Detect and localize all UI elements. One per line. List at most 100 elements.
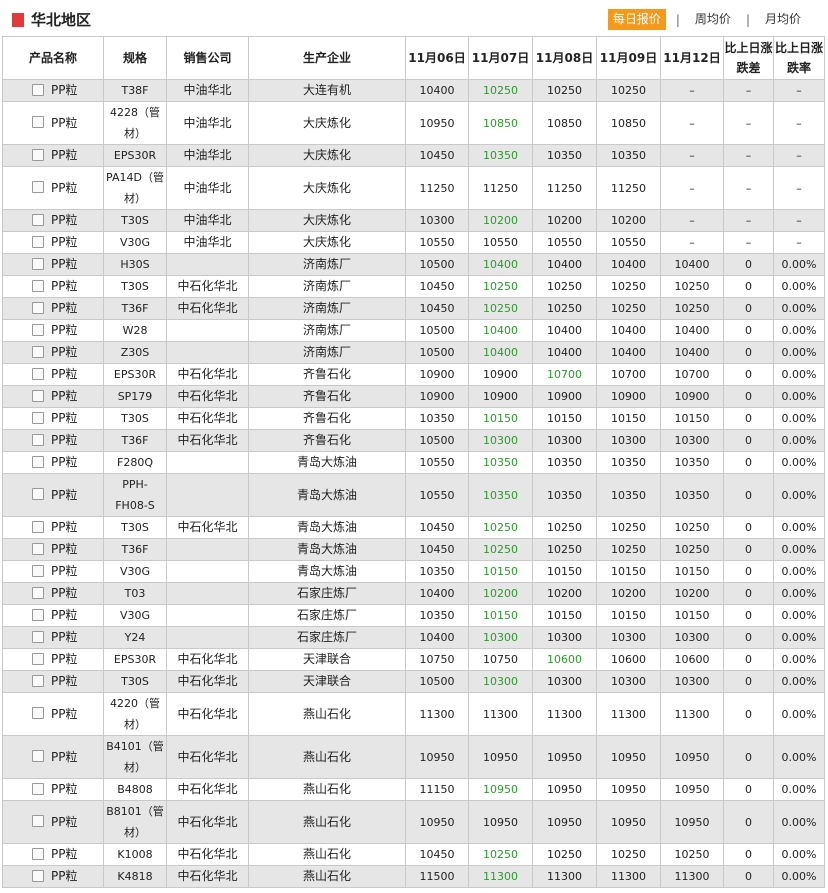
cell-price: 10200 — [468, 209, 533, 232]
cell-manufacturer: 济南炼厂 — [248, 253, 406, 276]
cell-manufacturer: 青岛大炼油 — [248, 451, 406, 474]
cell-price: 10400 — [596, 319, 661, 342]
row-select-checkbox[interactable] — [32, 564, 44, 577]
cell-price: 10750 — [468, 648, 533, 671]
col-date-5: 11月12日 — [660, 36, 724, 80]
cell-price: 10150 — [596, 604, 661, 627]
row-select-checkbox[interactable] — [32, 455, 44, 468]
table-row: PP粒 T30S 中油华北 大庆炼化 10300 10200 10200 10200– – – — [2, 209, 825, 232]
cell-change-rate: 0.00% — [773, 735, 825, 779]
cell-product: PP粒 — [2, 341, 104, 364]
cell-price: 10750 — [405, 648, 469, 671]
region-header: 华北地区 每日报价 | 周均价 | 月均价 — [0, 0, 828, 37]
row-select-checkbox[interactable] — [32, 520, 44, 533]
cell-sales-company: 中石化华北 — [166, 363, 249, 386]
row-select-checkbox[interactable] — [32, 279, 44, 292]
cell-price: 10400 — [468, 341, 533, 364]
row-select-checkbox[interactable] — [32, 630, 44, 643]
cell-sales-company: 中油华北 — [166, 231, 249, 254]
cell-price: 10500 — [405, 319, 469, 342]
cell-price: 10150 — [532, 604, 597, 627]
row-select-checkbox[interactable] — [32, 674, 44, 687]
cell-spec: T38F — [103, 79, 167, 102]
cell-product: PP粒 — [2, 144, 104, 167]
cell-product: PP粒 — [2, 166, 104, 210]
row-select-checkbox[interactable] — [32, 433, 44, 446]
row-select-checkbox[interactable] — [32, 83, 44, 96]
row-select-checkbox[interactable] — [32, 542, 44, 555]
cell-price: 10250 — [532, 516, 597, 539]
row-select-checkbox[interactable] — [32, 323, 44, 336]
cell-price: 10250 — [468, 516, 533, 539]
cell-price: 11500 — [405, 865, 469, 888]
row-select-checkbox[interactable] — [32, 389, 44, 402]
tab-daily-quote[interactable]: 每日报价 — [607, 9, 666, 30]
cell-price: 10200 — [468, 582, 533, 605]
row-select-checkbox[interactable] — [32, 488, 44, 500]
cell-product: PP粒 — [2, 451, 104, 474]
cell-change-rate: 0.00% — [773, 516, 825, 539]
row-select-checkbox[interactable] — [32, 869, 44, 882]
row-select-checkbox[interactable] — [32, 345, 44, 358]
cell-price: 10250 — [532, 297, 597, 320]
cell-sales-company: 中石化华北 — [166, 385, 249, 408]
row-select-checkbox[interactable] — [32, 235, 44, 248]
cell-product: PP粒 — [2, 473, 104, 517]
cell-price: 10250 — [532, 538, 597, 561]
row-select-checkbox[interactable] — [32, 750, 44, 762]
cell-price: 10300 — [405, 209, 469, 232]
row-select-checkbox[interactable] — [32, 815, 44, 827]
cell-product: PP粒 — [2, 648, 104, 671]
cell-spec: T30S — [103, 275, 167, 298]
row-select-checkbox[interactable] — [32, 652, 44, 665]
cell-sales-company — [166, 560, 249, 583]
tab-monthly-average[interactable]: 月均价 — [760, 9, 806, 30]
cell-manufacturer: 青岛大炼油 — [248, 473, 406, 517]
cell-price: 10250 — [596, 297, 661, 320]
cell-change-diff: – — [723, 144, 774, 167]
cell-price: 11300 — [468, 865, 533, 888]
row-select-checkbox[interactable] — [32, 608, 44, 621]
cell-product: PP粒 — [2, 516, 104, 539]
row-select-checkbox[interactable] — [32, 301, 44, 314]
cell-spec: 4220（管材） — [103, 692, 167, 736]
table-row: PP粒 V30G 青岛大炼油 10350 10150 10150 10150 10150 0 0.… — [2, 560, 825, 583]
row-select-checkbox[interactable] — [32, 181, 44, 193]
cell-price: 10450 — [405, 538, 469, 561]
cell-price: 10950 — [532, 778, 597, 801]
cell-sales-company: 中油华北 — [166, 166, 249, 210]
row-select-checkbox[interactable] — [32, 586, 44, 599]
cell-price: 10300 — [468, 670, 533, 693]
cell-manufacturer: 大庆炼化 — [248, 231, 406, 254]
tab-weekly-average[interactable]: 周均价 — [690, 9, 736, 30]
cell-manufacturer: 济南炼厂 — [248, 297, 406, 320]
cell-sales-company: 中石化华北 — [166, 429, 249, 452]
cell-sales-company: 中石化华北 — [166, 648, 249, 671]
cell-spec: SP179 — [103, 385, 167, 408]
row-select-checkbox[interactable] — [32, 148, 44, 161]
row-select-checkbox[interactable] — [32, 411, 44, 424]
table-row: PP粒 F280Q 青岛大炼油 10550 10350 10350 10350 10350 0 0… — [2, 451, 825, 474]
cell-manufacturer: 大庆炼化 — [248, 101, 406, 145]
table-header-row: 产品名称 规格 销售公司 生产企业 11月06日 11月07日 11月08日 1… — [2, 36, 825, 80]
cell-sales-company — [166, 319, 249, 342]
cell-change-diff: – — [723, 101, 774, 145]
cell-change-rate: 0.00% — [773, 865, 825, 888]
row-select-checkbox[interactable] — [32, 782, 44, 795]
row-select-checkbox[interactable] — [32, 847, 44, 860]
cell-change-diff: 0 — [723, 865, 774, 888]
row-select-checkbox[interactable] — [32, 257, 44, 270]
cell-product: PP粒 — [2, 582, 104, 605]
table-row: PP粒 T30S 中石化华北 齐鲁石化 10350 10150 10150 10150 1015… — [2, 407, 825, 430]
cell-change-diff: 0 — [723, 407, 774, 430]
cell-price: 10400 — [468, 253, 533, 276]
cell-price: 11300 — [660, 865, 724, 888]
row-select-checkbox[interactable] — [32, 367, 44, 380]
row-select-checkbox[interactable] — [32, 116, 44, 128]
row-select-checkbox[interactable] — [32, 213, 44, 226]
price-table: 产品名称 规格 销售公司 生产企业 11月06日 11月07日 11月08日 1… — [2, 36, 825, 888]
cell-change-diff: 0 — [723, 582, 774, 605]
cell-price: 10350 — [468, 473, 533, 517]
row-select-checkbox[interactable] — [32, 707, 44, 719]
cell-price: 10400 — [532, 341, 597, 364]
